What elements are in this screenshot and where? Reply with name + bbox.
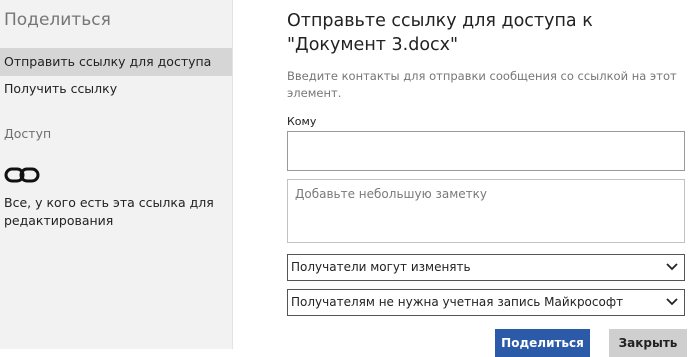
account-select-value: Получателям не нужна учетная запись Майк… (291, 295, 624, 309)
recipients-input[interactable] (287, 131, 685, 171)
sidebar-item-get-link[interactable]: Получить ссылку (0, 75, 232, 103)
share-panel: Отправьте ссылку для доступа к "Документ… (287, 0, 687, 357)
chevron-down-icon (666, 298, 678, 306)
sidebar-section-access: Доступ (4, 126, 52, 141)
chevron-down-icon (666, 263, 678, 271)
instructions-text: Введите контакты для отправки сообщения … (287, 69, 677, 100)
close-button[interactable]: Закрыть (609, 329, 687, 357)
sidebar: Поделиться Отправить ссылку для доступа … (0, 0, 233, 349)
to-label: Кому (287, 115, 317, 128)
permission-select[interactable]: Получатели могут изменять (287, 254, 685, 281)
access-description: Все, у кого есть эта ссылка для редактир… (4, 195, 214, 228)
link-icon (4, 167, 40, 183)
sidebar-item-send-link[interactable]: Отправить ссылку для доступа (0, 48, 232, 76)
sidebar-title: Поделиться (4, 10, 111, 30)
permission-select-value: Получатели могут изменять (291, 260, 471, 274)
note-textarea[interactable] (287, 179, 685, 243)
page-title: Отправьте ссылку для доступа к "Документ… (287, 11, 593, 55)
account-requirement-select[interactable]: Получателям не нужна учетная запись Майк… (287, 289, 685, 316)
share-button[interactable]: Поделиться (495, 329, 590, 357)
